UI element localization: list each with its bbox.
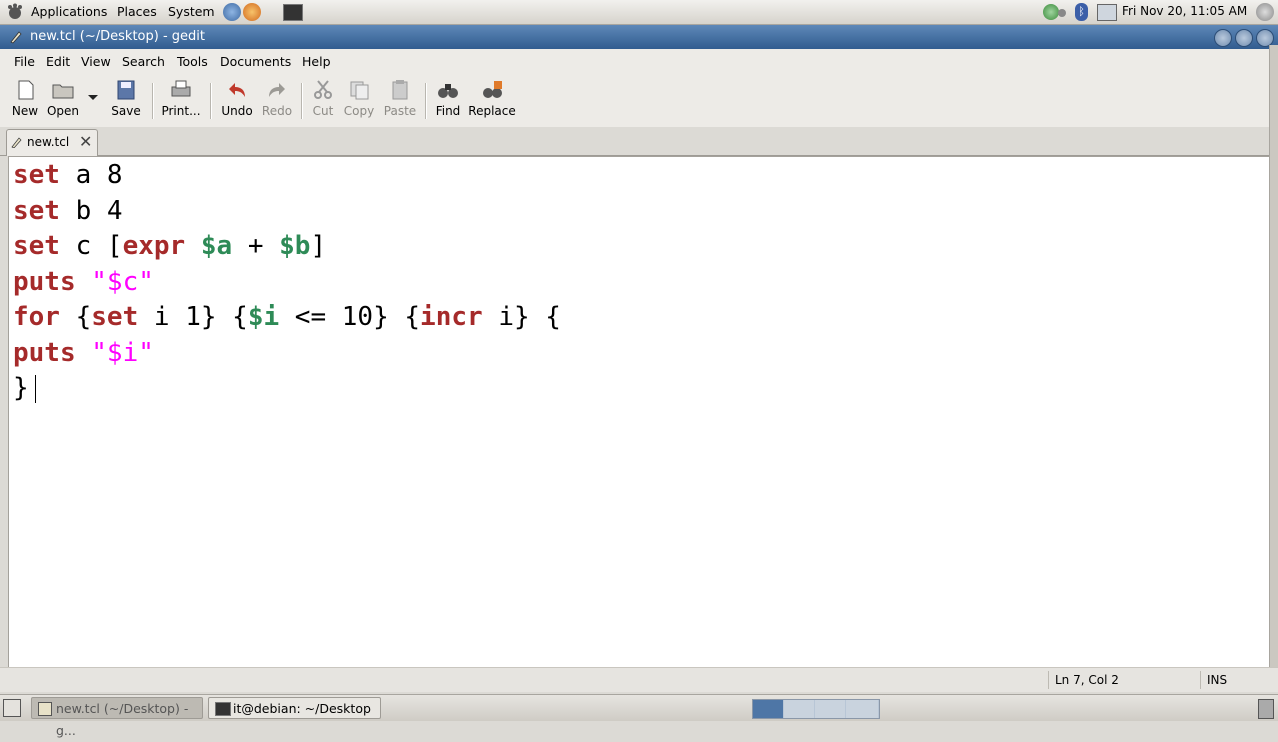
menu-view[interactable]: View: [81, 54, 111, 69]
code-line-7[interactable]: }: [13, 370, 29, 406]
task-gedit[interactable]: new.tcl (~/Desktop) - g...: [31, 697, 203, 738]
clipboard-icon: [388, 79, 412, 101]
show-desktop-icon[interactable]: [3, 699, 21, 717]
save-disk-icon: [114, 79, 138, 101]
save-button[interactable]: Save: [110, 79, 142, 118]
code-line-1[interactable]: set a 8: [13, 157, 123, 193]
network-status-icon[interactable]: [1097, 4, 1117, 21]
undo-arrow-icon: [225, 79, 249, 101]
maximize-button[interactable]: [1235, 29, 1253, 47]
workspace-2[interactable]: [784, 700, 814, 718]
printer-icon: [169, 79, 193, 101]
menu-documents[interactable]: Documents: [220, 54, 291, 69]
clock[interactable]: Fri Nov 20, 11:05 AM: [1122, 4, 1247, 18]
trash-icon[interactable]: [1258, 699, 1274, 719]
top-panel: Applications Places System ᛒ Fri Nov 20,…: [0, 0, 1278, 25]
scissors-icon: [311, 79, 335, 101]
binoculars-icon: [436, 79, 460, 101]
paste-button-label: Paste: [383, 104, 417, 118]
new-button[interactable]: New: [10, 79, 40, 118]
minimize-button[interactable]: [1214, 29, 1232, 47]
code-line-6[interactable]: puts "$i": [13, 335, 154, 371]
code-line-5[interactable]: for {set i 1} {$i <= 10} {incr i} {: [13, 299, 561, 335]
copy-button-label: Copy: [343, 104, 375, 118]
toolbar-separator: [210, 83, 212, 119]
tab-label: new.tcl: [27, 135, 70, 149]
open-folder-icon: [51, 79, 75, 101]
new-button-label: New: [11, 104, 39, 118]
toolbar-separator: [425, 83, 427, 119]
code-line-2[interactable]: set b 4: [13, 193, 123, 229]
text-cursor: [35, 375, 36, 403]
menu-edit[interactable]: Edit: [46, 54, 70, 69]
menu-search[interactable]: Search: [122, 54, 165, 69]
window-resize-edge[interactable]: [1269, 45, 1278, 691]
menubar: File Edit View Search Tools Documents He…: [0, 49, 1278, 73]
print-button[interactable]: Print...: [160, 79, 202, 118]
save-button-label: Save: [111, 104, 141, 118]
workspace-4[interactable]: [846, 700, 878, 718]
update-arrow-icon: [1058, 9, 1066, 17]
replace-button[interactable]: Replace: [468, 79, 516, 118]
document-icon: [11, 136, 23, 149]
window-title: new.tcl (~/Desktop) - gedit: [30, 29, 205, 44]
tab-new-tcl[interactable]: new.tcl ✕: [6, 129, 98, 156]
document-tabbar: new.tcl ✕: [0, 127, 1278, 156]
toolbar-separator: [152, 83, 154, 119]
toolbar: New Open Save Print... Undo Redo Cut Cop…: [0, 73, 1278, 128]
redo-button-label: Redo: [261, 104, 293, 118]
gedit-task-icon: [38, 702, 52, 716]
cursor-position: Ln 7, Col 2: [1048, 671, 1195, 689]
text-editor[interactable]: set a 8 set b 4 set c [expr $a + $b] put…: [8, 156, 1271, 668]
menu-file[interactable]: File: [14, 54, 35, 69]
find-button-label: Find: [435, 104, 461, 118]
paste-button[interactable]: Paste: [382, 79, 418, 118]
terminal-task-icon: [215, 702, 231, 716]
undo-button-label: Undo: [221, 104, 253, 118]
tab-close-icon[interactable]: ✕: [79, 132, 92, 151]
workspace-switcher[interactable]: [752, 699, 880, 719]
task-terminal[interactable]: it@debian: ~/Desktop: [208, 697, 381, 719]
power-icon[interactable]: [1256, 3, 1274, 21]
copy-button[interactable]: Copy: [342, 79, 376, 118]
workspace-1[interactable]: [753, 700, 783, 718]
cut-button-label: Cut: [312, 104, 334, 118]
toolbar-separator: [301, 83, 303, 119]
code-line-4[interactable]: puts "$c": [13, 264, 154, 300]
menu-places[interactable]: Places: [117, 4, 157, 19]
new-document-icon: [13, 79, 37, 101]
menu-help[interactable]: Help: [302, 54, 331, 69]
open-button[interactable]: Open: [45, 79, 81, 118]
print-button-label: Print...: [161, 104, 201, 118]
insert-mode[interactable]: INS: [1200, 671, 1267, 689]
update-icon[interactable]: [1043, 4, 1059, 20]
menu-tools[interactable]: Tools: [177, 54, 208, 69]
foot-icon[interactable]: [6, 3, 24, 21]
statusbar: Ln 7, Col 2 INS: [0, 667, 1278, 692]
network-icon[interactable]: [223, 3, 241, 21]
undo-button[interactable]: Undo: [220, 79, 254, 118]
menu-applications[interactable]: Applications: [31, 4, 107, 19]
replace-button-label: Replace: [468, 104, 516, 118]
bluetooth-icon[interactable]: ᛒ: [1075, 3, 1088, 21]
find-replace-icon: [480, 79, 504, 101]
find-button[interactable]: Find: [434, 79, 462, 118]
redo-arrow-icon: [265, 79, 289, 101]
open-dropdown-icon[interactable]: [88, 95, 98, 100]
open-button-label: Open: [46, 104, 80, 118]
cut-button[interactable]: Cut: [310, 79, 336, 118]
code-line-3[interactable]: set c [expr $a + $b]: [13, 228, 326, 264]
bottom-panel: new.tcl (~/Desktop) - g... it@debian: ~/…: [0, 694, 1278, 738]
workspace-3[interactable]: [815, 700, 845, 718]
window-titlebar[interactable]: new.tcl (~/Desktop) - gedit: [0, 25, 1278, 49]
task-terminal-label: it@debian: ~/Desktop: [233, 701, 371, 716]
browser-icon[interactable]: [243, 3, 261, 21]
terminal-launcher-icon[interactable]: [283, 4, 303, 21]
menu-system[interactable]: System: [168, 4, 215, 19]
gedit-app-icon[interactable]: [9, 30, 23, 44]
copy-icon: [347, 79, 371, 101]
redo-button[interactable]: Redo: [260, 79, 294, 118]
